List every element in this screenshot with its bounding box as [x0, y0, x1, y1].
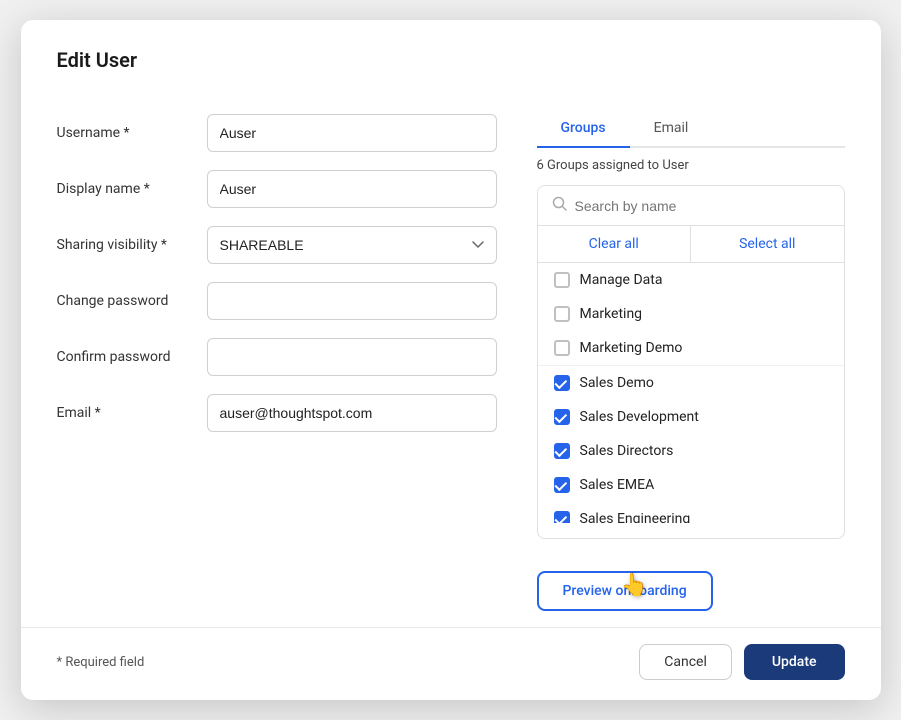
footer-actions: Cancel Update: [639, 644, 844, 680]
group-name: Sales Engineering: [580, 511, 691, 523]
group-checkbox-sales-demo[interactable]: [554, 375, 570, 391]
groups-panel-box: Clear all Select all Manage Data Marketi…: [537, 185, 845, 539]
sharing-visibility-select[interactable]: SHAREABLE NOT_SHAREABLE: [207, 226, 497, 264]
group-name: Sales Demo: [580, 375, 654, 391]
right-panel: Groups Email 6 Groups assigned to User C…: [537, 114, 845, 611]
list-item[interactable]: Sales Engineering: [538, 502, 844, 523]
list-item[interactable]: Sales Directors: [538, 434, 844, 468]
search-input[interactable]: [575, 198, 830, 214]
group-name: Marketing: [580, 306, 643, 322]
list-item[interactable]: Sales EMEA: [538, 468, 844, 502]
list-item[interactable]: Sales Development: [538, 400, 844, 434]
left-panel: Username * Display name * Sharing visibi…: [57, 114, 497, 611]
group-name: Manage Data: [580, 272, 663, 288]
group-name: Sales EMEA: [580, 477, 655, 493]
preview-onboarding-button[interactable]: Preview onboarding: [537, 571, 713, 611]
email-row: Email *: [57, 394, 497, 432]
dialog-footer: * Required field Cancel Update: [21, 627, 881, 700]
tab-groups[interactable]: Groups: [537, 114, 630, 148]
group-name: Sales Development: [580, 409, 699, 425]
username-label: Username *: [57, 125, 207, 141]
group-checkbox-sales-engineering[interactable]: [554, 511, 570, 523]
dialog-body: Username * Display name * Sharing visibi…: [21, 90, 881, 627]
select-all-button[interactable]: Select all: [691, 226, 844, 262]
group-checkbox-sales-directors[interactable]: [554, 443, 570, 459]
group-checkbox-manage-data[interactable]: [554, 272, 570, 288]
actions-row: Clear all Select all: [538, 226, 844, 263]
change-password-input[interactable]: [207, 282, 497, 320]
confirm-password-row: Confirm password: [57, 338, 497, 376]
group-checkbox-marketing[interactable]: [554, 306, 570, 322]
username-row: Username *: [57, 114, 497, 152]
dialog-title: Edit User: [57, 48, 138, 72]
search-icon: [552, 196, 567, 215]
group-name: Sales Directors: [580, 443, 674, 459]
change-password-row: Change password: [57, 282, 497, 320]
group-checkbox-sales-emea[interactable]: [554, 477, 570, 493]
confirm-password-input[interactable]: [207, 338, 497, 376]
list-item[interactable]: Marketing Demo: [538, 331, 844, 365]
display-name-row: Display name *: [57, 170, 497, 208]
email-input[interactable]: [207, 394, 497, 432]
checked-groups-section: Sales Demo Sales Development Sales Direc…: [538, 365, 844, 523]
update-button[interactable]: Update: [744, 644, 845, 680]
list-item[interactable]: Marketing: [538, 297, 844, 331]
groups-list: Manage Data Marketing Marketing Demo: [538, 263, 844, 523]
unchecked-groups-section: Manage Data Marketing Marketing Demo: [538, 263, 844, 365]
tabs-row: Groups Email: [537, 114, 845, 148]
group-checkbox-marketing-demo[interactable]: [554, 340, 570, 356]
list-item[interactable]: Sales Demo: [538, 366, 844, 400]
list-item[interactable]: Manage Data: [538, 263, 844, 297]
sharing-visibility-label: Sharing visibility *: [57, 237, 207, 253]
username-input[interactable]: [207, 114, 497, 152]
edit-user-dialog: Edit User Username * Display name * Shar…: [21, 20, 881, 700]
clear-all-button[interactable]: Clear all: [538, 226, 692, 262]
cancel-button[interactable]: Cancel: [639, 644, 732, 680]
required-note: * Required field: [57, 655, 145, 670]
sharing-visibility-row: Sharing visibility * SHAREABLE NOT_SHARE…: [57, 226, 497, 264]
tab-email[interactable]: Email: [630, 114, 713, 148]
email-label: Email *: [57, 405, 207, 421]
search-box: [538, 186, 844, 226]
group-checkbox-sales-development[interactable]: [554, 409, 570, 425]
dialog-header: Edit User: [21, 20, 881, 90]
groups-count: 6 Groups assigned to User: [537, 158, 845, 173]
change-password-label: Change password: [57, 293, 207, 309]
confirm-password-label: Confirm password: [57, 349, 207, 365]
display-name-label: Display name *: [57, 181, 207, 197]
group-name: Marketing Demo: [580, 340, 683, 356]
display-name-input[interactable]: [207, 170, 497, 208]
